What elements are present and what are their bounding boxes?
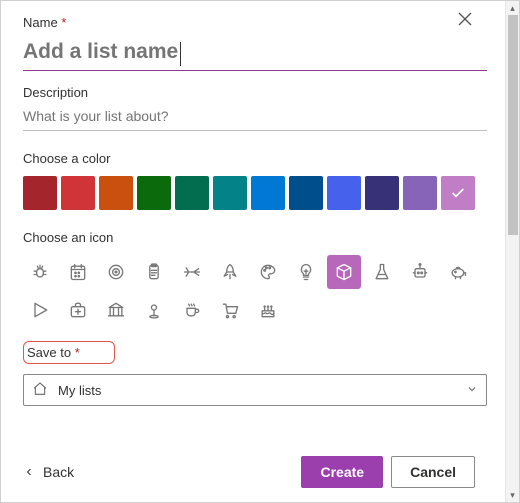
robot-icon[interactable]	[403, 255, 437, 289]
vertical-scrollbar[interactable]: ▴ ▾	[505, 1, 519, 502]
calendar-icon[interactable]	[61, 255, 95, 289]
bug-icon[interactable]	[23, 255, 57, 289]
name-required: *	[61, 15, 66, 30]
save-to-label-text: Save to	[27, 345, 71, 360]
chevron-left-icon	[23, 466, 35, 478]
color-swatch-red[interactable]	[61, 176, 95, 210]
save-to-selected: My lists	[58, 383, 101, 398]
back-button[interactable]: Back	[23, 464, 74, 480]
save-to-required: *	[75, 345, 80, 360]
color-swatch-pink-purple[interactable]	[441, 176, 475, 210]
cake-icon[interactable]	[251, 293, 285, 327]
coffee-icon[interactable]	[175, 293, 209, 327]
cancel-button[interactable]: Cancel	[391, 456, 475, 488]
cancel-label: Cancel	[410, 464, 456, 480]
scroll-up-arrow[interactable]: ▴	[506, 1, 520, 15]
create-button[interactable]: Create	[301, 456, 383, 488]
cart-icon[interactable]	[213, 293, 247, 327]
scroll-track[interactable]	[506, 15, 520, 488]
color-swatch-teal[interactable]	[213, 176, 247, 210]
color-swatch-navy[interactable]	[365, 176, 399, 210]
bank-icon[interactable]	[99, 293, 133, 327]
name-label-text: Name	[23, 15, 58, 30]
name-label: Name *	[23, 15, 487, 30]
color-swatch-orange[interactable]	[99, 176, 133, 210]
lightbulb-icon[interactable]	[289, 255, 323, 289]
clipboard-icon[interactable]	[137, 255, 171, 289]
create-label: Create	[320, 464, 364, 480]
play-icon[interactable]	[23, 293, 57, 327]
firstaid-icon[interactable]	[61, 293, 95, 327]
home-icon	[32, 381, 48, 400]
color-swatch-dark-green[interactable]	[175, 176, 209, 210]
scroll-thumb[interactable]	[508, 15, 518, 235]
color-swatch-row	[23, 176, 487, 210]
piggybank-icon[interactable]	[441, 255, 475, 289]
location-icon[interactable]	[137, 293, 171, 327]
save-to-label: Save to *	[23, 341, 115, 364]
rocket-icon[interactable]	[213, 255, 247, 289]
scroll-down-arrow[interactable]: ▾	[506, 488, 520, 502]
name-input[interactable]	[23, 34, 487, 71]
description-input[interactable]	[23, 100, 487, 131]
save-to-dropdown[interactable]: My lists	[23, 374, 487, 406]
color-swatch-blue[interactable]	[251, 176, 285, 210]
choose-icon-label: Choose an icon	[23, 230, 487, 245]
target-icon[interactable]	[99, 255, 133, 289]
color-swatch-green[interactable]	[137, 176, 171, 210]
text-caret	[180, 42, 181, 66]
back-label: Back	[43, 464, 74, 480]
airplane-icon[interactable]	[175, 255, 209, 289]
color-swatch-dark-blue[interactable]	[289, 176, 323, 210]
cube-icon[interactable]	[327, 255, 361, 289]
description-label: Description	[23, 85, 487, 100]
close-button[interactable]	[457, 11, 477, 31]
flask-icon[interactable]	[365, 255, 399, 289]
palette-icon[interactable]	[251, 255, 285, 289]
check-icon	[450, 185, 466, 201]
icon-grid	[23, 255, 491, 327]
choose-color-label: Choose a color	[23, 151, 487, 166]
chevron-down-icon	[466, 383, 478, 398]
color-swatch-purple[interactable]	[403, 176, 437, 210]
color-swatch-dark-red[interactable]	[23, 176, 57, 210]
color-swatch-indigo[interactable]	[327, 176, 361, 210]
